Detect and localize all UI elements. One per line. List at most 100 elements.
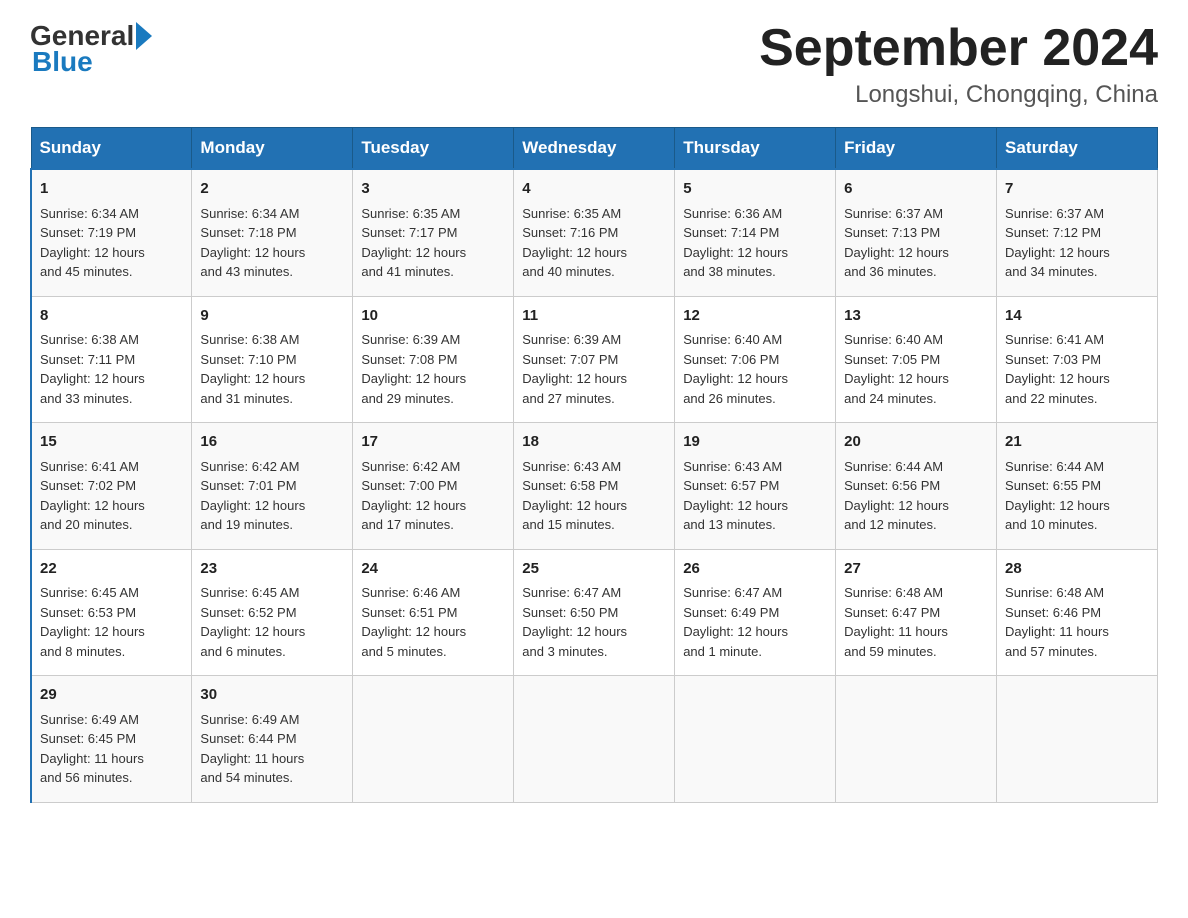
calendar-cell: 26Sunrise: 6:47 AM Sunset: 6:49 PM Dayli… — [675, 549, 836, 676]
day-number: 2 — [200, 178, 344, 201]
calendar-cell: 24Sunrise: 6:46 AM Sunset: 6:51 PM Dayli… — [353, 549, 514, 676]
calendar-cell: 8Sunrise: 6:38 AM Sunset: 7:11 PM Daylig… — [31, 296, 192, 423]
calendar-header: SundayMondayTuesdayWednesdayThursdayFrid… — [31, 128, 1158, 170]
page-header: General Blue September 2024 Longshui, Ch… — [30, 20, 1158, 109]
day-info: Sunrise: 6:47 AM Sunset: 6:50 PM Dayligh… — [522, 583, 666, 661]
calendar-cell: 6 Sunrise: 6:37 AM Sunset: 7:13 PM Daylig… — [836, 169, 997, 296]
calendar-cell — [997, 676, 1158, 803]
day-info: Sunrise: 6:43 AM Sunset: 6:57 PM Dayligh… — [683, 457, 827, 535]
day-info: Sunrise: 6:38 AM Sunset: 7:10 PM Dayligh… — [200, 330, 344, 408]
day-number: 27 — [844, 558, 988, 581]
day-info: Sunrise: 6:45 AM Sunset: 6:52 PM Dayligh… — [200, 583, 344, 661]
calendar-cell: 7 Sunrise: 6:37 AM Sunset: 7:12 PM Daylig… — [997, 169, 1158, 296]
calendar-cell: 15Sunrise: 6:41 AM Sunset: 7:02 PM Dayli… — [31, 423, 192, 550]
calendar-cell: 22Sunrise: 6:45 AM Sunset: 6:53 PM Dayli… — [31, 549, 192, 676]
calendar-cell — [353, 676, 514, 803]
location-text: Longshui, Chongqing, China — [759, 81, 1158, 109]
day-number: 9 — [200, 305, 344, 328]
logo-blue-text: Blue — [32, 46, 93, 77]
day-number: 4 — [522, 178, 666, 201]
logo-arrow-icon — [136, 22, 152, 50]
day-number: 28 — [1005, 558, 1149, 581]
calendar-week-3: 15Sunrise: 6:41 AM Sunset: 7:02 PM Dayli… — [31, 423, 1158, 550]
calendar-cell — [514, 676, 675, 803]
calendar-cell — [675, 676, 836, 803]
calendar-cell: 21 Sunrise: 6:44 AM Sunset: 6:55 PM Dayli… — [997, 423, 1158, 550]
day-info: Sunrise: 6:48 AM Sunset: 6:47 PM Dayligh… — [844, 583, 988, 661]
day-info: Sunrise: 6:36 AM Sunset: 7:14 PM Dayligh… — [683, 204, 827, 282]
day-info: Sunrise: 6:41 AM Sunset: 7:03 PM Dayligh… — [1005, 330, 1149, 408]
day-info: Sunrise: 6:41 AM Sunset: 7:02 PM Dayligh… — [40, 457, 183, 535]
day-number: 16 — [200, 431, 344, 454]
calendar-cell: 14Sunrise: 6:41 AM Sunset: 7:03 PM Dayli… — [997, 296, 1158, 423]
calendar-cell: 9Sunrise: 6:38 AM Sunset: 7:10 PM Daylig… — [192, 296, 353, 423]
weekday-header-tuesday: Tuesday — [353, 128, 514, 170]
calendar-cell: 12Sunrise: 6:40 AM Sunset: 7:06 PM Dayli… — [675, 296, 836, 423]
day-info: Sunrise: 6:35 AM Sunset: 7:16 PM Dayligh… — [522, 204, 666, 282]
calendar-week-2: 8Sunrise: 6:38 AM Sunset: 7:11 PM Daylig… — [31, 296, 1158, 423]
day-number: 19 — [683, 431, 827, 454]
day-number: 12 — [683, 305, 827, 328]
day-info: Sunrise: 6:46 AM Sunset: 6:51 PM Dayligh… — [361, 583, 505, 661]
day-info: Sunrise: 6:40 AM Sunset: 7:05 PM Dayligh… — [844, 330, 988, 408]
weekday-header-saturday: Saturday — [997, 128, 1158, 170]
calendar-cell: 5Sunrise: 6:36 AM Sunset: 7:14 PM Daylig… — [675, 169, 836, 296]
weekday-header-friday: Friday — [836, 128, 997, 170]
day-number: 24 — [361, 558, 505, 581]
day-number: 17 — [361, 431, 505, 454]
day-info: Sunrise: 6:47 AM Sunset: 6:49 PM Dayligh… — [683, 583, 827, 661]
calendar-cell — [836, 676, 997, 803]
day-number: 10 — [361, 305, 505, 328]
title-block: September 2024 Longshui, Chongqing, Chin… — [759, 20, 1158, 109]
day-info: Sunrise: 6:34 AM Sunset: 7:19 PM Dayligh… — [40, 204, 183, 282]
weekday-header-sunday: Sunday — [31, 128, 192, 170]
day-number: 18 — [522, 431, 666, 454]
day-number: 14 — [1005, 305, 1149, 328]
calendar-cell: 19 Sunrise: 6:43 AM Sunset: 6:57 PM Dayli… — [675, 423, 836, 550]
day-info: Sunrise: 6:37 AM Sunset: 7:12 PM Dayligh… — [1005, 204, 1149, 282]
day-number: 20 — [844, 431, 988, 454]
day-number: 29 — [40, 684, 183, 707]
day-info: Sunrise: 6:39 AM Sunset: 7:07 PM Dayligh… — [522, 330, 666, 408]
day-info: Sunrise: 6:48 AM Sunset: 6:46 PM Dayligh… — [1005, 583, 1149, 661]
day-number: 13 — [844, 305, 988, 328]
day-number: 22 — [40, 558, 183, 581]
day-number: 11 — [522, 305, 666, 328]
day-info: Sunrise: 6:45 AM Sunset: 6:53 PM Dayligh… — [40, 583, 183, 661]
day-info: Sunrise: 6:49 AM Sunset: 6:44 PM Dayligh… — [200, 710, 344, 788]
day-info: Sunrise: 6:38 AM Sunset: 7:11 PM Dayligh… — [40, 330, 183, 408]
calendar-table: SundayMondayTuesdayWednesdayThursdayFrid… — [30, 127, 1158, 803]
calendar-cell: 10Sunrise: 6:39 AM Sunset: 7:08 PM Dayli… — [353, 296, 514, 423]
calendar-week-4: 22Sunrise: 6:45 AM Sunset: 6:53 PM Dayli… — [31, 549, 1158, 676]
day-info: Sunrise: 6:42 AM Sunset: 7:01 PM Dayligh… — [200, 457, 344, 535]
calendar-cell: 2Sunrise: 6:34 AM Sunset: 7:18 PM Daylig… — [192, 169, 353, 296]
calendar-cell: 1Sunrise: 6:34 AM Sunset: 7:19 PM Daylig… — [31, 169, 192, 296]
calendar-cell: 4 Sunrise: 6:35 AM Sunset: 7:16 PM Daylig… — [514, 169, 675, 296]
day-number: 3 — [361, 178, 505, 201]
day-number: 23 — [200, 558, 344, 581]
calendar-cell: 30Sunrise: 6:49 AM Sunset: 6:44 PM Dayli… — [192, 676, 353, 803]
calendar-cell: 29 Sunrise: 6:49 AM Sunset: 6:45 PM Dayli… — [31, 676, 192, 803]
day-info: Sunrise: 6:43 AM Sunset: 6:58 PM Dayligh… — [522, 457, 666, 535]
day-info: Sunrise: 6:39 AM Sunset: 7:08 PM Dayligh… — [361, 330, 505, 408]
calendar-cell: 3Sunrise: 6:35 AM Sunset: 7:17 PM Daylig… — [353, 169, 514, 296]
day-info: Sunrise: 6:44 AM Sunset: 6:55 PM Dayligh… — [1005, 457, 1149, 535]
calendar-cell: 20Sunrise: 6:44 AM Sunset: 6:56 PM Dayli… — [836, 423, 997, 550]
day-info: Sunrise: 6:40 AM Sunset: 7:06 PM Dayligh… — [683, 330, 827, 408]
weekday-header-row: SundayMondayTuesdayWednesdayThursdayFrid… — [31, 128, 1158, 170]
calendar-cell: 13Sunrise: 6:40 AM Sunset: 7:05 PM Dayli… — [836, 296, 997, 423]
calendar-week-1: 1Sunrise: 6:34 AM Sunset: 7:19 PM Daylig… — [31, 169, 1158, 296]
day-number: 8 — [40, 305, 183, 328]
calendar-cell: 23Sunrise: 6:45 AM Sunset: 6:52 PM Dayli… — [192, 549, 353, 676]
day-info: Sunrise: 6:37 AM Sunset: 7:13 PM Dayligh… — [844, 204, 988, 282]
day-number: 6 — [844, 178, 988, 201]
day-number: 7 — [1005, 178, 1149, 201]
day-number: 21 — [1005, 431, 1149, 454]
day-info: Sunrise: 6:49 AM Sunset: 6:45 PM Dayligh… — [40, 710, 183, 788]
calendar-cell: 18 Sunrise: 6:43 AM Sunset: 6:58 PM Dayli… — [514, 423, 675, 550]
weekday-header-wednesday: Wednesday — [514, 128, 675, 170]
weekday-header-monday: Monday — [192, 128, 353, 170]
calendar-body: 1Sunrise: 6:34 AM Sunset: 7:19 PM Daylig… — [31, 169, 1158, 802]
day-info: Sunrise: 6:42 AM Sunset: 7:00 PM Dayligh… — [361, 457, 505, 535]
day-number: 25 — [522, 558, 666, 581]
